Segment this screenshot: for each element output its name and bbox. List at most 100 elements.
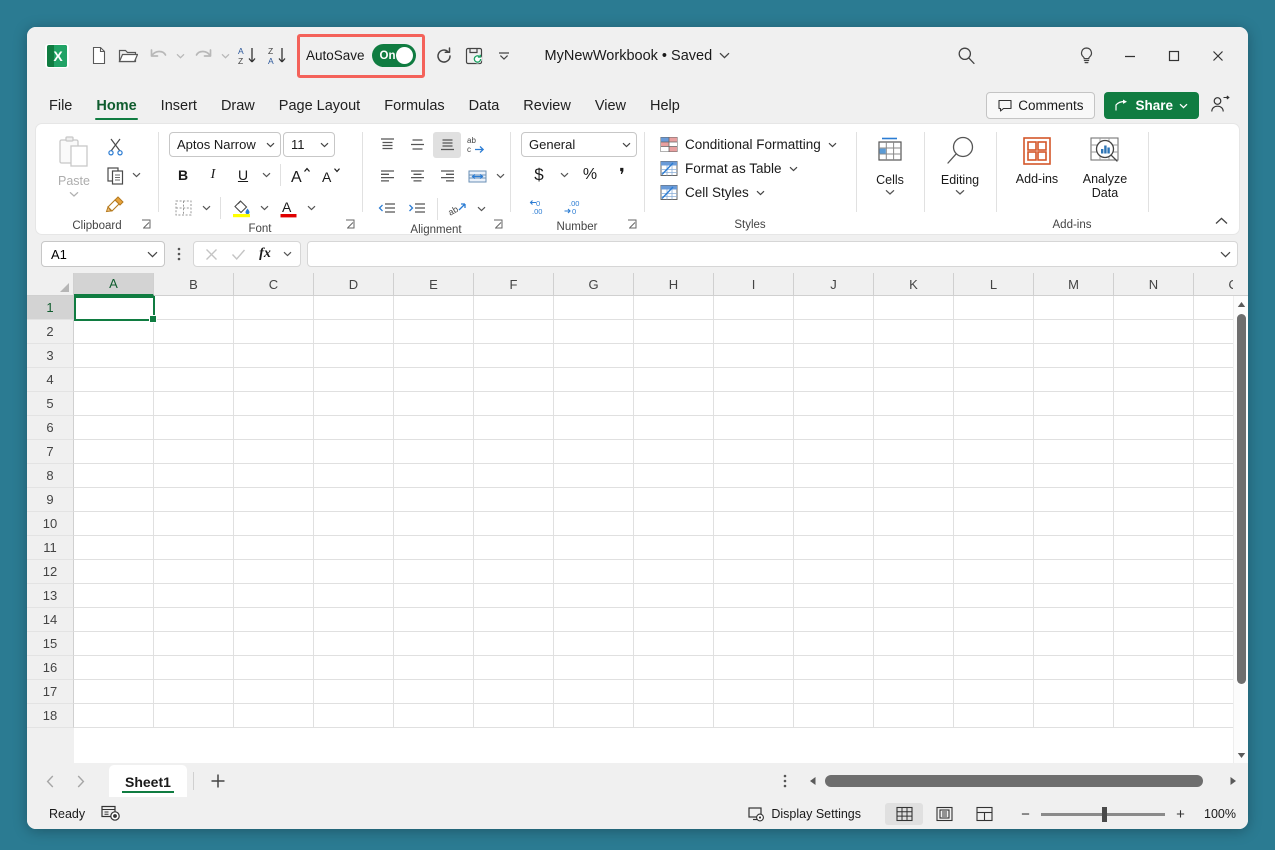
column-header-e[interactable]: E [394, 273, 474, 296]
cell-D7[interactable] [314, 440, 394, 464]
cell-C7[interactable] [234, 440, 314, 464]
cell-K6[interactable] [874, 416, 954, 440]
cell-E16[interactable] [394, 656, 474, 680]
cell-M17[interactable] [1034, 680, 1114, 704]
cell-F2[interactable] [474, 320, 554, 344]
cell-B3[interactable] [154, 344, 234, 368]
cell-G8[interactable] [554, 464, 634, 488]
cell-A2[interactable] [74, 320, 154, 344]
share-button[interactable]: Share [1104, 92, 1199, 119]
cell-H2[interactable] [634, 320, 714, 344]
cell-M15[interactable] [1034, 632, 1114, 656]
cell-M16[interactable] [1034, 656, 1114, 680]
font-color-chevron-down-icon[interactable] [304, 193, 319, 223]
cell-J18[interactable] [794, 704, 874, 728]
cell-M6[interactable] [1034, 416, 1114, 440]
accounting-chevron-down-icon[interactable] [557, 160, 572, 190]
cell-J16[interactable] [794, 656, 874, 680]
tab-insert[interactable]: Insert [149, 92, 209, 123]
cell-M3[interactable] [1034, 344, 1114, 368]
cell-L18[interactable] [954, 704, 1034, 728]
cell-C4[interactable] [234, 368, 314, 392]
cell-M7[interactable] [1034, 440, 1114, 464]
column-header-c[interactable]: C [234, 273, 314, 296]
cell-J17[interactable] [794, 680, 874, 704]
cell-C12[interactable] [234, 560, 314, 584]
autosave-toggle[interactable]: On [371, 44, 416, 67]
cell-G1[interactable] [554, 296, 634, 320]
collapse-ribbon-chevron-up-icon[interactable] [1211, 212, 1231, 230]
fill-color-button[interactable] [227, 195, 255, 221]
refresh-icon[interactable] [429, 41, 459, 71]
number-format-combo[interactable]: General [521, 132, 637, 157]
cell-D5[interactable] [314, 392, 394, 416]
vertical-scrollbar-thumb[interactable] [1236, 314, 1246, 684]
add-sheet-plus-icon[interactable] [200, 768, 236, 794]
cell-M10[interactable] [1034, 512, 1114, 536]
cell-I16[interactable] [714, 656, 794, 680]
decrease-indent-button[interactable] [373, 196, 401, 222]
horizontal-scrollbar-track[interactable] [824, 774, 1221, 788]
redo-icon[interactable] [188, 41, 218, 71]
cell-E2[interactable] [394, 320, 474, 344]
cell-E11[interactable] [394, 536, 474, 560]
merge-center-button[interactable] [463, 163, 491, 189]
cell-I9[interactable] [714, 488, 794, 512]
cell-F17[interactable] [474, 680, 554, 704]
cell-L9[interactable] [954, 488, 1034, 512]
accounting-format-button[interactable]: $ [525, 162, 553, 188]
cell-J11[interactable] [794, 536, 874, 560]
cell-D12[interactable] [314, 560, 394, 584]
cell-A11[interactable] [74, 536, 154, 560]
row-header-1[interactable]: 1 [27, 296, 74, 320]
cell-G3[interactable] [554, 344, 634, 368]
cell-C16[interactable] [234, 656, 314, 680]
cell-K12[interactable] [874, 560, 954, 584]
sort-ascending-icon[interactable]: AZ [233, 41, 263, 71]
cell-O15[interactable] [1194, 632, 1233, 656]
align-right-button[interactable] [433, 163, 461, 189]
cell-C5[interactable] [234, 392, 314, 416]
cell-H17[interactable] [634, 680, 714, 704]
cell-A7[interactable] [74, 440, 154, 464]
wrap-text-button[interactable]: ab c [463, 132, 491, 158]
cell-O1[interactable] [1194, 296, 1233, 320]
orientation-button[interactable]: ab [444, 196, 472, 222]
cell-M4[interactable] [1034, 368, 1114, 392]
cell-G10[interactable] [554, 512, 634, 536]
cell-L14[interactable] [954, 608, 1034, 632]
cell-I2[interactable] [714, 320, 794, 344]
cell-F4[interactable] [474, 368, 554, 392]
cell-M11[interactable] [1034, 536, 1114, 560]
cell-G14[interactable] [554, 608, 634, 632]
cell-L11[interactable] [954, 536, 1034, 560]
cell-K14[interactable] [874, 608, 954, 632]
cell-A6[interactable] [74, 416, 154, 440]
cell-E8[interactable] [394, 464, 474, 488]
cell-A1[interactable] [74, 296, 154, 320]
cell-H10[interactable] [634, 512, 714, 536]
cell-K16[interactable] [874, 656, 954, 680]
name-box[interactable]: A1 [41, 241, 165, 267]
cell-M18[interactable] [1034, 704, 1114, 728]
cell-L7[interactable] [954, 440, 1034, 464]
cell-L10[interactable] [954, 512, 1034, 536]
cell-N5[interactable] [1114, 392, 1194, 416]
cell-B10[interactable] [154, 512, 234, 536]
orientation-chevron-down-icon[interactable] [474, 194, 489, 224]
cell-K9[interactable] [874, 488, 954, 512]
cell-K8[interactable] [874, 464, 954, 488]
zoom-slider-handle[interactable] [1102, 806, 1107, 822]
cell-I8[interactable] [714, 464, 794, 488]
row-header-9[interactable]: 9 [27, 488, 74, 512]
cell-N17[interactable] [1114, 680, 1194, 704]
cell-H3[interactable] [634, 344, 714, 368]
column-header-d[interactable]: D [314, 273, 394, 296]
cell-G13[interactable] [554, 584, 634, 608]
cell-I1[interactable] [714, 296, 794, 320]
cell-O12[interactable] [1194, 560, 1233, 584]
previous-sheet-arrow-icon[interactable] [35, 768, 65, 794]
cell-E10[interactable] [394, 512, 474, 536]
cell-O6[interactable] [1194, 416, 1233, 440]
bottom-align-button[interactable] [433, 132, 461, 158]
